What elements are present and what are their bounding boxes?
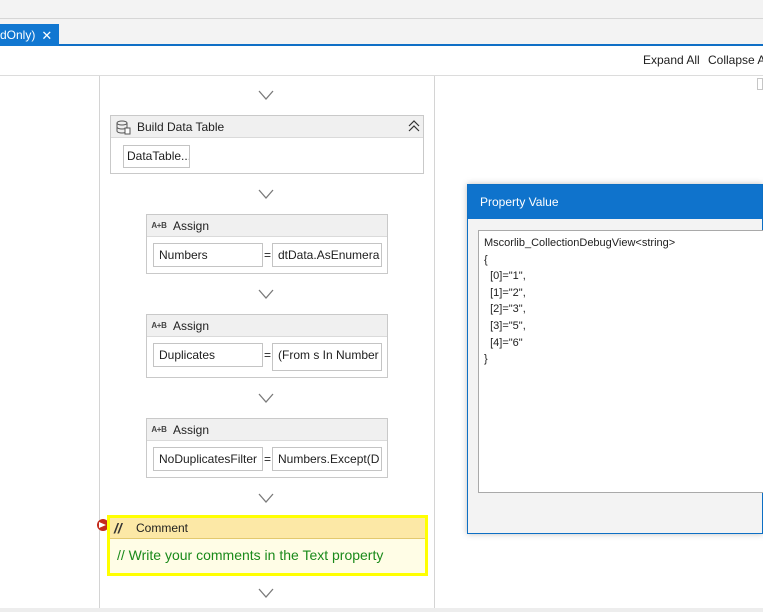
property-value-line: [3]="5", <box>484 319 526 332</box>
property-value-line: [0]="1", <box>484 270 526 283</box>
assign-activity-duplicates[interactable]: A+B Assign Duplicates = (From s In Numbe… <box>146 314 388 378</box>
property-value-line: [2]="3", <box>484 303 526 316</box>
dialog-title: Property Value <box>468 185 762 219</box>
document-tab[interactable]: dOnly) ✕ <box>0 24 59 46</box>
activity-title: Assign <box>173 318 210 333</box>
assign-icon: A+B <box>151 321 167 330</box>
equals-sign: = <box>264 248 272 262</box>
title-bar-strip <box>0 0 763 19</box>
assign-value-field[interactable]: (From s In Number <box>272 343 382 371</box>
expand-all-button[interactable]: Expand All <box>643 53 700 67</box>
property-value-textbox[interactable]: Mscorlib_CollectionDebugView<string> { [0… <box>478 230 763 493</box>
flow-arrow-icon <box>258 393 274 403</box>
property-value-line: Mscorlib_CollectionDebugView<string> <box>484 237 676 249</box>
document-tab-label: dOnly) <box>0 28 36 42</box>
assign-value-field[interactable]: dtData.AsEnumera <box>272 243 382 267</box>
equals-sign: = <box>264 452 272 466</box>
status-strip <box>0 608 763 612</box>
scrollbar-thumb[interactable] <box>757 78 763 90</box>
activity-title: Comment <box>136 521 189 535</box>
assign-activity-noduplicates[interactable]: A+B Assign NoDuplicatesFilter = Numbers.… <box>146 418 388 478</box>
document-tab-row <box>0 19 763 46</box>
designer-margin <box>0 76 99 612</box>
activity-title: Build Data Table <box>137 119 225 134</box>
comment-header: // Comment <box>110 518 425 539</box>
flow-arrow-icon <box>258 588 274 598</box>
assign-to-field[interactable]: Duplicates <box>153 343 263 367</box>
datatable-button[interactable]: DataTable... <box>123 145 190 168</box>
flow-arrow-icon <box>258 493 274 503</box>
flow-arrow-icon <box>258 189 274 199</box>
activity-header: A+B Assign <box>147 215 387 237</box>
close-icon[interactable]: ✕ <box>41 29 52 42</box>
activity-title: Assign <box>173 422 210 437</box>
database-icon <box>116 120 131 134</box>
activity-header: A+B Assign <box>147 315 387 337</box>
comment-activity[interactable]: // Comment // Write your comments in the… <box>107 515 428 576</box>
property-value-line: [1]="2", <box>484 286 526 299</box>
assign-value-field[interactable]: Numbers.Except(D <box>272 447 382 471</box>
property-value-line: { <box>484 253 488 266</box>
build-data-table-activity[interactable]: Build Data Table DataTable... <box>110 115 424 174</box>
property-value-line: [4]="6" <box>484 336 523 349</box>
property-value-line: } <box>484 353 488 366</box>
collapse-chevrons-icon[interactable] <box>408 120 420 132</box>
activity-header: Build Data Table <box>111 116 423 138</box>
flow-arrow-icon <box>258 90 274 100</box>
assign-activity-numbers[interactable]: A+B Assign Numbers = dtData.AsEnumera <box>146 214 388 274</box>
comment-icon: // <box>114 520 122 536</box>
collapse-all-button[interactable]: Collapse A <box>708 53 763 67</box>
property-value-dialog[interactable]: Property Value Mscorlib_CollectionDebugV… <box>467 184 763 534</box>
activity-title: Assign <box>173 218 210 233</box>
flow-arrow-icon <box>258 289 274 299</box>
assign-icon: A+B <box>151 425 167 434</box>
assign-to-field[interactable]: Numbers <box>153 243 263 267</box>
assign-to-field[interactable]: NoDuplicatesFilter <box>153 447 263 471</box>
activity-header: A+B Assign <box>147 419 387 441</box>
equals-sign: = <box>264 348 272 362</box>
comment-text[interactable]: // Write your comments in the Text prope… <box>110 539 425 563</box>
assign-icon: A+B <box>151 221 167 230</box>
